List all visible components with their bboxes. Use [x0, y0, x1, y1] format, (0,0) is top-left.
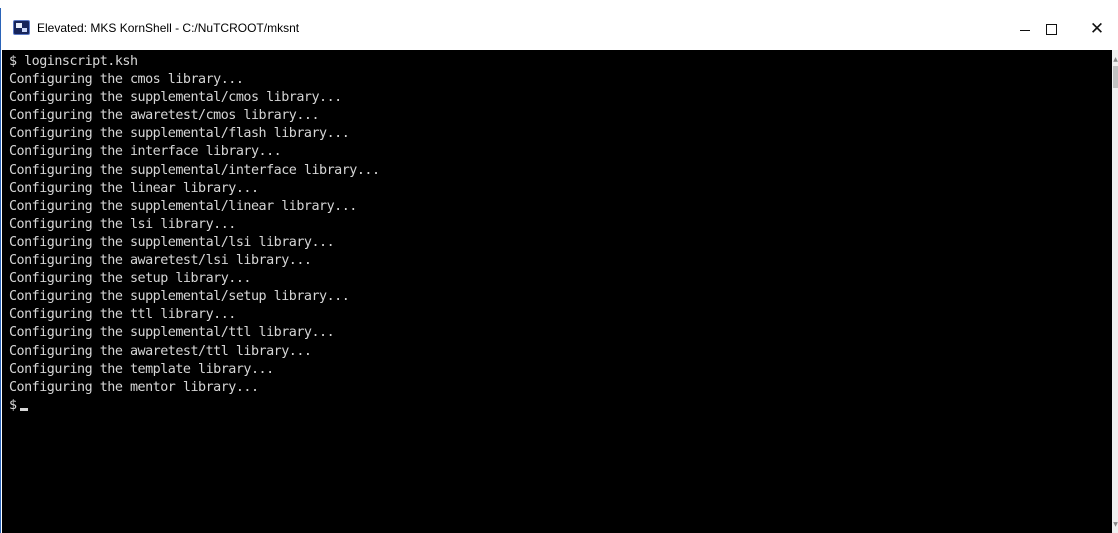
- console-line: Configuring the ttl library...: [9, 307, 236, 323]
- console-output[interactable]: $ loginscript.ksh Configuring the cmos l…: [2, 50, 1112, 533]
- close-icon: ✕: [1089, 18, 1105, 39]
- console-line: Configuring the awaretest/cmos library..…: [9, 108, 320, 124]
- text-cursor: [19, 407, 28, 411]
- window-title: Elevated: MKS KornShell - C:/NuTCROOT/mk…: [37, 21, 300, 35]
- scroll-thumb[interactable]: [1113, 66, 1118, 88]
- console-line: Configuring the supplemental/cmos librar…: [9, 90, 342, 106]
- vertical-scrollbar[interactable]: ▲ ▼: [1112, 50, 1118, 533]
- console-line: Configuring the supplemental/linear libr…: [9, 198, 357, 214]
- console-line: $ loginscript.ksh: [9, 54, 138, 69]
- maximize-icon: [1045, 23, 1057, 35]
- scroll-up-arrow-icon[interactable]: ▲: [1112, 56, 1118, 64]
- maximize-button[interactable]: [1028, 8, 1074, 50]
- console-line: Configuring the lsi library...: [9, 216, 236, 232]
- console-line: Configuring the supplemental/ttl library…: [9, 325, 335, 341]
- command-prompt[interactable]: $: [9, 397, 1112, 415]
- console-line: Configuring the linear library...: [9, 180, 259, 196]
- console-line: Configuring the cmos library...: [9, 72, 244, 88]
- console-window: Elevated: MKS KornShell - C:/NuTCROOT/mk…: [0, 8, 1118, 533]
- console-line: Configuring the awaretest/ttl library...: [9, 343, 312, 359]
- desktop-strip: [0, 0, 1118, 8]
- console-line: Configuring the awaretest/lsi library...: [9, 253, 312, 269]
- close-button[interactable]: ✕: [1074, 8, 1118, 50]
- console-line: Configuring the interface library...: [9, 144, 282, 160]
- console-app-icon[interactable]: [13, 20, 30, 35]
- console-line: Configuring the setup library...: [9, 271, 251, 287]
- console-line: Configuring the template library...: [9, 361, 274, 377]
- console-line: Configuring the supplemental/flash libra…: [9, 126, 350, 142]
- scroll-down-arrow-icon[interactable]: ▼: [1112, 521, 1118, 529]
- title-bar[interactable]: Elevated: MKS KornShell - C:/NuTCROOT/mk…: [2, 8, 1118, 50]
- console-line: Configuring the mentor library...: [9, 379, 259, 395]
- console-line: Configuring the supplemental/lsi library…: [9, 234, 335, 250]
- prompt-symbol: $: [9, 397, 17, 413]
- console-line: Configuring the supplemental/setup libra…: [9, 289, 350, 305]
- console-line: Configuring the supplemental/interface l…: [9, 162, 380, 178]
